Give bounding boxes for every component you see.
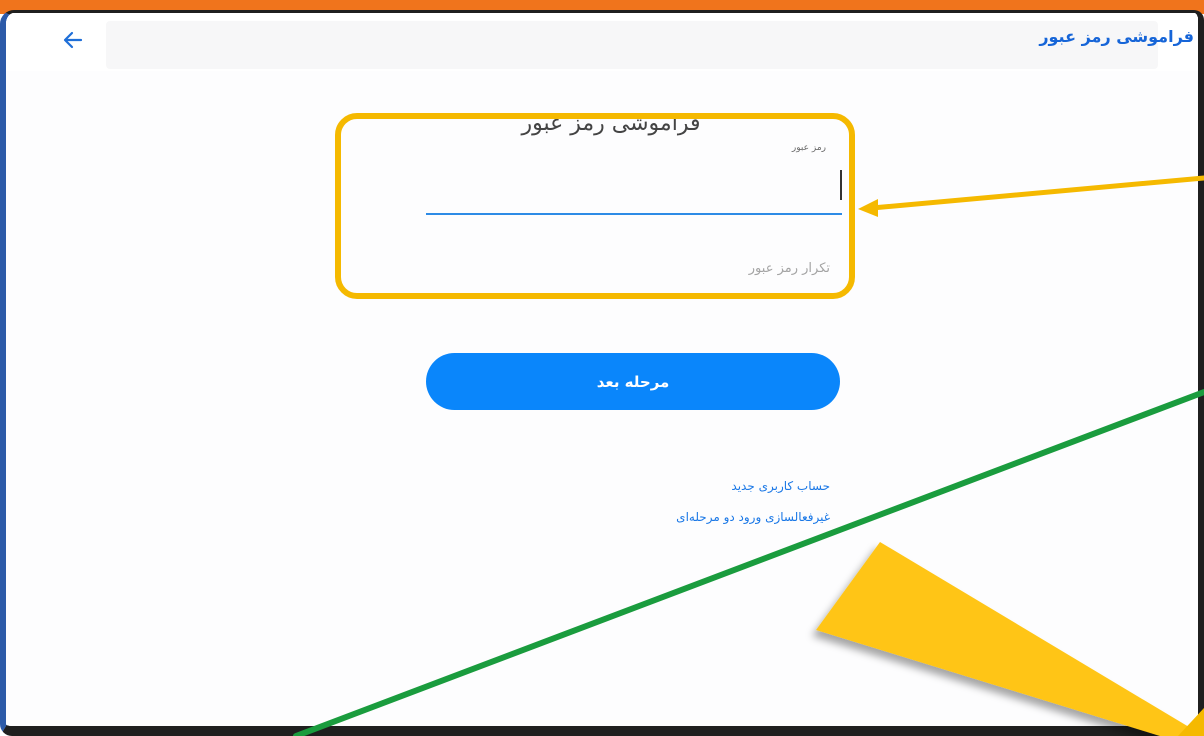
app-bar-title: فراموشی رمز عبور [1039,27,1194,46]
next-step-button[interactable]: مرحله بعد [426,353,840,410]
app-bar-background [106,21,1158,69]
app-bar: فراموشی رمز عبور [6,13,1198,71]
new-account-link[interactable]: حساب کاربری جدید [731,479,830,493]
annotation-highlight-box [335,113,855,299]
arrow-left-icon [63,31,83,49]
disable-two-step-login-link[interactable]: غیرفعالسازی ورود دو مرحله‌ای [676,510,830,524]
back-button[interactable] [56,23,90,57]
